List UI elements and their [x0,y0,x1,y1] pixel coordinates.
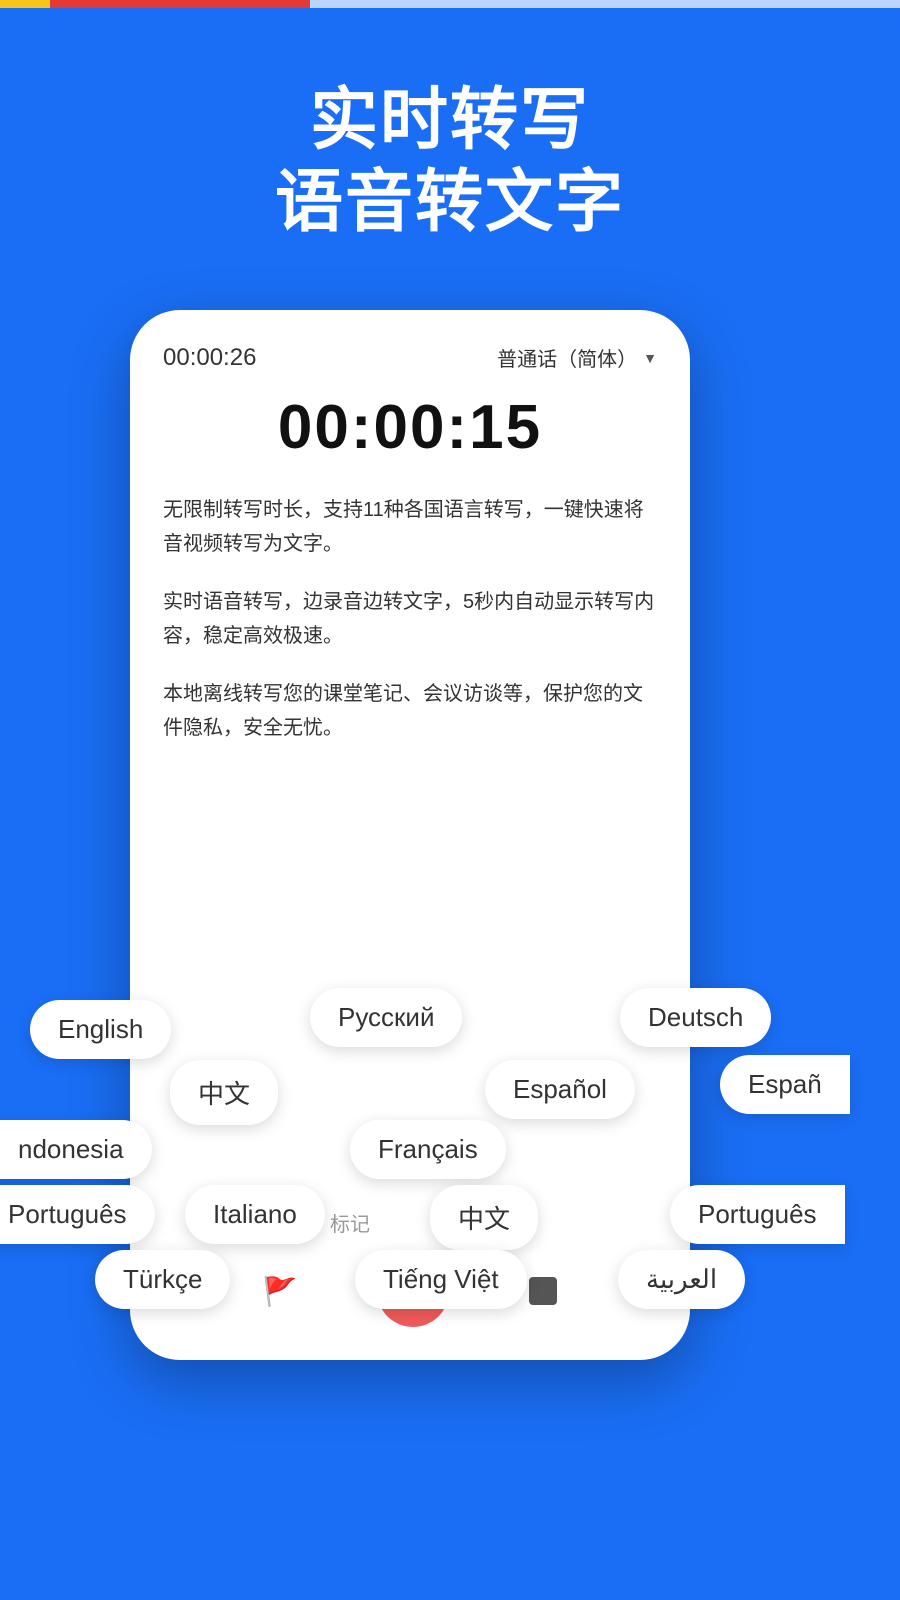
lang-tag-espanol-partial: Españ [720,1055,850,1114]
phone-header: 00:00:26 普通话（简体） ▼ [163,343,657,372]
title-line2: 语音转文字 [0,162,900,244]
tab-mark[interactable]: 标记 [330,1208,370,1237]
content-p1: 无限制转写时长，支持11种各国语言转写，一键快速将音视频转写为文字。 [163,493,657,561]
lang-tag-tiengviet[interactable]: Tiếng Việt [355,1250,527,1309]
big-timer: 00:00:15 [163,392,657,463]
language-selector[interactable]: 普通话（简体） ▼ [497,343,657,372]
main-title: 实时转写 语音转文字 [0,80,900,243]
lang-tag-portugues-left: Português [0,1185,155,1244]
dropdown-arrow-icon: ▼ [643,350,657,366]
lang-tag-deutsch[interactable]: Deutsch [620,988,771,1047]
progress-white [310,0,900,8]
progress-yellow [0,0,50,8]
lang-tag-english[interactable]: English [30,1000,171,1059]
progress-red [50,0,310,8]
lang-tag-indonesia[interactable]: ndonesia [0,1120,152,1179]
stop-button[interactable] [529,1277,557,1305]
small-timer: 00:00:26 [163,344,256,372]
lang-tag-zhongwen1[interactable]: 中文 [170,1060,278,1125]
lang-tag-portugues-right: Português [670,1185,845,1244]
flag-button[interactable]: 🚩 [263,1275,298,1308]
lang-tag-zhongwen2[interactable]: 中文 [430,1185,538,1250]
lang-tag-russian[interactable]: Русский [310,988,462,1047]
lang-tag-italiano[interactable]: Italiano [185,1185,325,1244]
title-line1: 实时转写 [0,80,900,162]
lang-tag-francais[interactable]: Français [350,1120,506,1179]
lang-tag-espanol[interactable]: Español [485,1060,635,1119]
lang-tag-turkce[interactable]: Türkçe [95,1250,230,1309]
content-p2: 实时语音转写，边录音边转文字，5秒内自动显示转写内容，稳定高效极速。 [163,585,657,653]
content-p3: 本地离线转写您的课堂笔记、会议访谈等，保护您的文件隐私，安全无忧。 [163,677,657,745]
language-label: 普通话（简体） [497,343,637,372]
progress-bar [0,0,900,8]
lang-tag-arabic[interactable]: العربية [618,1250,745,1309]
